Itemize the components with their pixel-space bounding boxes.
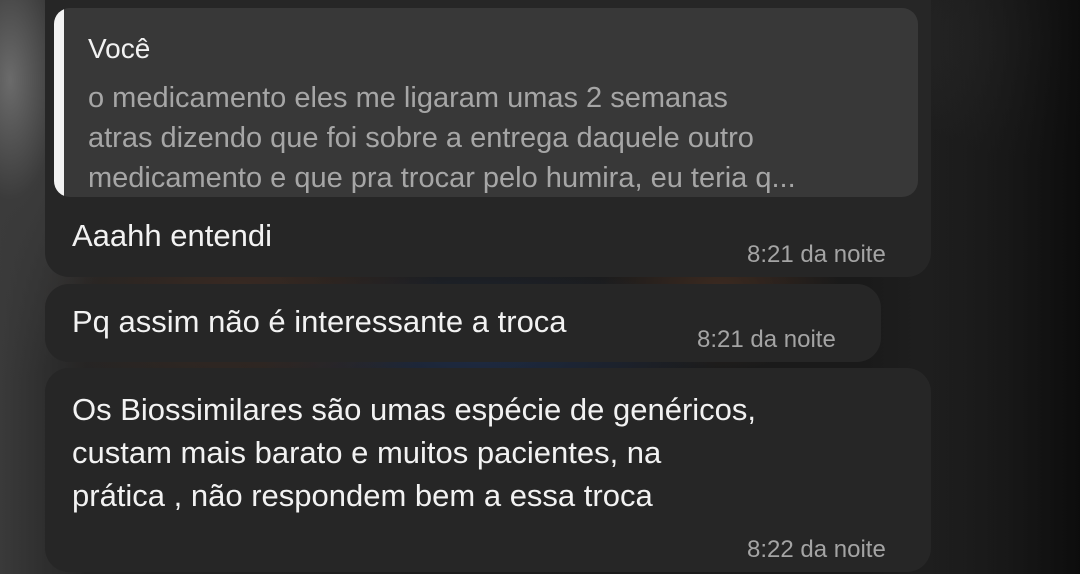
message-line: Os Biossimilares são umas espécie de gen… — [72, 392, 757, 427]
reply-quote-line: medicamento e que pra trocar pelo humira… — [88, 162, 796, 194]
message-line: prática , não respondem bem a essa troca — [72, 478, 653, 513]
reply-quote-author: Você — [88, 33, 151, 64]
message-timestamp: 8:21 da noite — [697, 326, 836, 353]
wallpaper-shadow — [920, 0, 1080, 574]
reply-quote[interactable]: Você o medicamento eles me ligaram umas … — [54, 8, 918, 197]
message-line: custam mais barato e muitos pacientes, n… — [72, 435, 662, 470]
message-timestamp: 8:22 da noite — [747, 536, 886, 563]
message-bubble-2[interactable]: Pq assim não é interessante a troca 8:21… — [45, 284, 881, 362]
message-timestamp: 8:21 da noite — [747, 241, 886, 268]
reply-quote-line: atras dizendo que foi sobre a entrega da… — [88, 122, 754, 154]
message-line: Pq assim não é interessante a troca — [72, 304, 567, 339]
message-bubble-1[interactable]: Você o medicamento eles me ligaram umas … — [45, 0, 931, 277]
message-bubble-3[interactable]: Os Biossimilares são umas espécie de gen… — [45, 368, 931, 572]
reply-quote-bar — [54, 8, 64, 197]
message-text: Aaahh entendi — [72, 214, 272, 257]
message-text: Os Biossimilares são umas espécie de gen… — [72, 388, 756, 517]
message-line: Aaahh entendi — [72, 218, 272, 253]
reply-quote-text: o medicamento eles me ligaram umas 2 sem… — [88, 78, 898, 197]
message-text: Pq assim não é interessante a troca — [72, 300, 567, 343]
reply-quote-line: o medicamento eles me ligaram umas 2 sem… — [88, 82, 728, 114]
